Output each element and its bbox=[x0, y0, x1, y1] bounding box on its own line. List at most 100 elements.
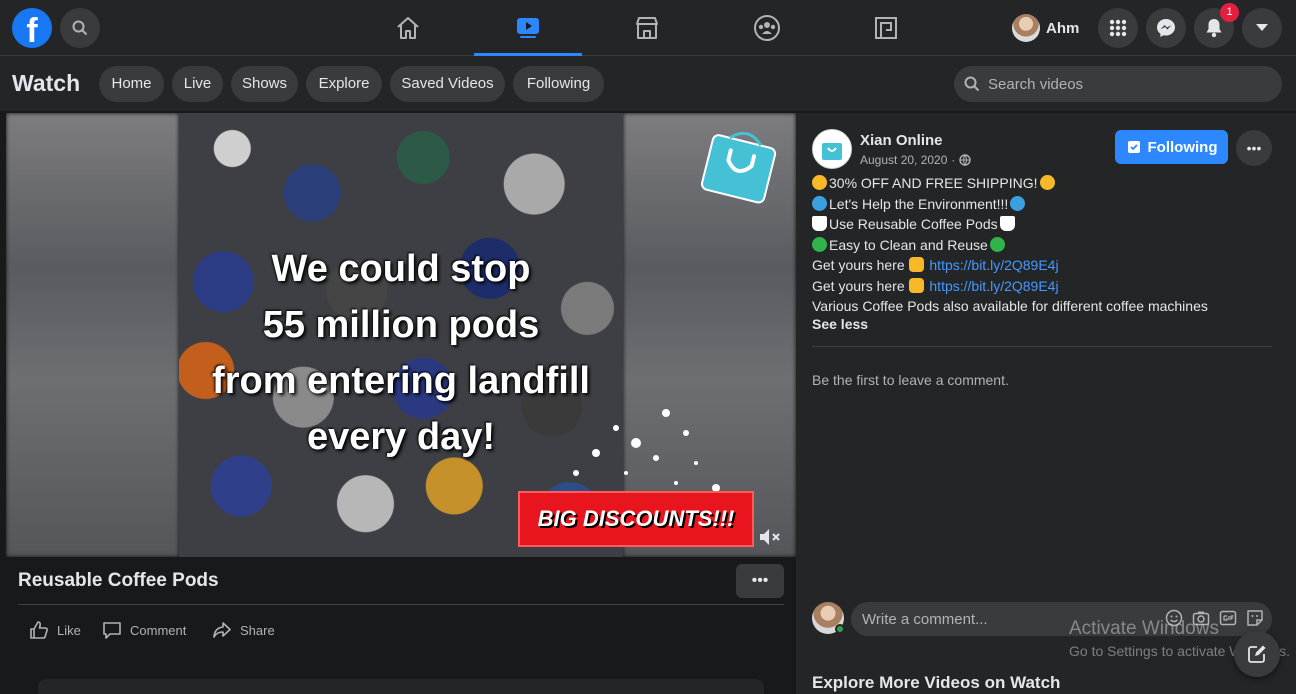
empty-comments-text: Be the first to leave a comment. bbox=[812, 372, 1009, 388]
mute-icon[interactable] bbox=[758, 527, 782, 547]
page-name[interactable]: Xian Online bbox=[860, 132, 943, 149]
share-label: Share bbox=[240, 622, 275, 638]
gif-icon[interactable] bbox=[1219, 609, 1237, 627]
divider bbox=[812, 346, 1272, 347]
tab-gaming[interactable] bbox=[832, 0, 940, 56]
bell-icon bbox=[1206, 19, 1222, 38]
profile-name: Ahm bbox=[1046, 19, 1080, 37]
messenger-icon bbox=[1157, 19, 1175, 37]
post-link[interactable]: https://bit.ly/2Q89E4j bbox=[929, 278, 1058, 294]
pointing-emoji bbox=[908, 257, 924, 272]
pill-live[interactable]: Live bbox=[172, 66, 223, 102]
sticker-icon[interactable] bbox=[1246, 609, 1264, 627]
post-line-text: Get yours here bbox=[812, 257, 909, 273]
pill-home[interactable]: Home bbox=[99, 66, 164, 102]
tab-groups[interactable] bbox=[713, 0, 821, 56]
post-line-text: Let's Help the Environment!!! bbox=[829, 195, 1009, 212]
activation-watermark-title: Activate Windows bbox=[1069, 618, 1219, 639]
post-panel: Xian Online August 20, 2020 · Following … bbox=[796, 113, 1296, 694]
coffee-emoji bbox=[999, 216, 1015, 231]
tab-watch[interactable] bbox=[474, 0, 582, 56]
video-player[interactable]: We could stop 55 million pods from enter… bbox=[6, 113, 796, 557]
gaming-icon bbox=[875, 17, 897, 39]
pill-explore[interactable]: Explore bbox=[306, 66, 382, 102]
search-button[interactable] bbox=[60, 8, 100, 48]
profile-chip[interactable]: Ahm bbox=[1008, 8, 1092, 48]
video-more-button[interactable]: ••• bbox=[736, 564, 784, 598]
page-title: Watch bbox=[12, 70, 81, 96]
notification-badge: 1 bbox=[1220, 3, 1239, 22]
search-icon bbox=[964, 76, 980, 92]
groups-icon bbox=[754, 15, 780, 41]
share-icon bbox=[213, 622, 231, 638]
see-less-link[interactable]: See less bbox=[812, 316, 868, 332]
video-title: Reusable Coffee Pods bbox=[18, 570, 219, 591]
bookmark-icon bbox=[1127, 141, 1140, 153]
pill-saved-videos[interactable]: Saved Videos bbox=[390, 66, 505, 102]
star-eyes-emoji bbox=[1039, 175, 1055, 190]
messenger-button[interactable] bbox=[1146, 8, 1186, 48]
search-icon bbox=[72, 20, 88, 36]
post-line: Use Reusable Coffee Pods bbox=[812, 214, 1282, 235]
post-line: Let's Help the Environment!!! bbox=[812, 194, 1282, 215]
post-line-text: Get yours here bbox=[812, 277, 909, 294]
logo-letter: f bbox=[26, 12, 38, 48]
menu-button[interactable] bbox=[1098, 8, 1138, 48]
discount-banner: BIG DISCOUNTS!!! bbox=[518, 491, 754, 547]
following-button[interactable]: Following bbox=[1115, 130, 1228, 164]
search-videos[interactable] bbox=[954, 66, 1282, 102]
watch-subbar: Watch Home Live Shows Explore Saved Vide… bbox=[0, 56, 1296, 112]
globe-emoji bbox=[1010, 195, 1026, 211]
post-line: Various Coffee Pods also available for d… bbox=[812, 296, 1282, 317]
account-menu-button[interactable] bbox=[1242, 8, 1282, 48]
separator-dot: · bbox=[951, 153, 956, 167]
post-body: 30% OFF AND FREE SHIPPING! Let's Help th… bbox=[812, 173, 1282, 317]
caption-line: 55 million pods bbox=[262, 304, 540, 346]
tab-home[interactable] bbox=[354, 0, 462, 56]
star-eyes-emoji bbox=[812, 175, 827, 190]
post-link[interactable]: https://bit.ly/2Q89E4j bbox=[929, 257, 1058, 273]
share-button[interactable]: Share bbox=[212, 618, 275, 642]
pill-following[interactable]: Following bbox=[513, 66, 604, 102]
post-line-text: Easy to Clean and Reuse bbox=[829, 236, 988, 253]
comment-label: Comment bbox=[130, 622, 187, 638]
compose-icon bbox=[1248, 645, 1266, 663]
post-more-button[interactable]: ••• bbox=[1236, 130, 1272, 166]
more-icon: ••• bbox=[751, 572, 769, 589]
search-videos-input[interactable] bbox=[988, 75, 1258, 93]
video-blur-left bbox=[6, 113, 179, 557]
post-line-text: Use Reusable Coffee Pods bbox=[829, 216, 998, 232]
post-line: Get yours here https://bit.ly/2Q89E4j bbox=[812, 255, 1282, 276]
globe-emoji bbox=[812, 195, 827, 211]
following-label: Following bbox=[1147, 138, 1218, 156]
next-video-card bbox=[38, 679, 764, 694]
new-message-button[interactable] bbox=[1234, 631, 1280, 677]
post-line: 30% OFF AND FREE SHIPPING! bbox=[812, 173, 1282, 194]
post-date-text: August 20, 2020 bbox=[860, 153, 948, 167]
facebook-logo[interactable]: f bbox=[12, 8, 52, 48]
post-line: Get yours here https://bit.ly/2Q89E4j bbox=[812, 276, 1282, 297]
pill-shows[interactable]: Shows bbox=[231, 66, 298, 102]
tab-marketplace[interactable] bbox=[593, 0, 701, 56]
like-button[interactable]: Like bbox=[29, 618, 81, 642]
watch-icon bbox=[517, 17, 539, 38]
video-column: We could stop 55 million pods from enter… bbox=[0, 113, 806, 694]
top-navbar: f Ahm 1 bbox=[0, 0, 1296, 56]
divider bbox=[18, 604, 784, 605]
home-icon bbox=[397, 17, 419, 39]
coffee-emoji bbox=[812, 216, 827, 231]
recycle-emoji bbox=[812, 236, 827, 252]
comment-button[interactable]: Comment bbox=[102, 618, 186, 642]
caret-down-icon bbox=[1256, 24, 1268, 31]
pointing-emoji bbox=[908, 277, 924, 293]
like-icon bbox=[30, 621, 48, 639]
marketplace-icon bbox=[636, 17, 658, 39]
avatar bbox=[1012, 14, 1040, 42]
menu-grid-icon bbox=[1109, 19, 1127, 37]
like-label: Like bbox=[57, 622, 81, 638]
page-avatar[interactable] bbox=[812, 129, 852, 169]
more-icon: ••• bbox=[1246, 140, 1262, 156]
post-line-text: Various Coffee Pods also available for d… bbox=[812, 298, 1208, 314]
recycle-emoji bbox=[989, 236, 1005, 252]
online-status-dot bbox=[835, 624, 845, 634]
